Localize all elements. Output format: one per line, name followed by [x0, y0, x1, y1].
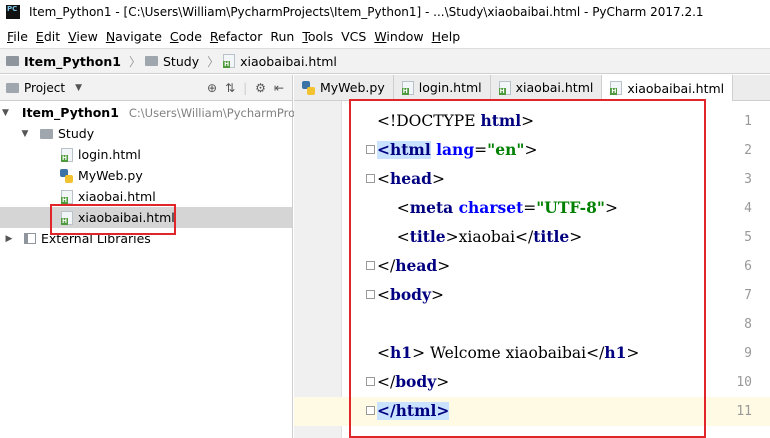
- title-bar: PC Item_Python1 - [C:\Users\William\Pych…: [0, 0, 770, 24]
- line-number: 2: [744, 143, 752, 158]
- breadcrumb-project[interactable]: Item_Python1: [6, 54, 121, 69]
- menu-window[interactable]: Window: [370, 29, 427, 44]
- tree-item-study[interactable]: ▼ Study: [0, 123, 292, 144]
- html-file-icon: [61, 147, 73, 162]
- window-title: Item_Python1 - [C:\Users\William\Pycharm…: [29, 5, 704, 19]
- highlight-box: [349, 99, 706, 438]
- menu-vcs[interactable]: VCS: [337, 29, 370, 44]
- current-line-gutter: [294, 397, 342, 426]
- chevron-down-icon[interactable]: ▼: [2, 108, 9, 118]
- folder-icon: [145, 56, 158, 66]
- html-file-icon: [401, 80, 414, 95]
- python-file-icon: [302, 80, 315, 95]
- menu-help[interactable]: Help: [428, 29, 465, 44]
- line-number: 7: [744, 288, 752, 303]
- folder-icon: [40, 128, 53, 139]
- gutter: [294, 101, 342, 438]
- divider: |: [243, 80, 248, 95]
- line-number: 6: [744, 259, 752, 274]
- tab-myweb-py[interactable]: MyWeb.py: [294, 75, 394, 100]
- line-number: 3: [744, 172, 752, 187]
- breadcrumb: Item_Python1 〉 Study 〉 xiaobaibai.html: [0, 48, 770, 74]
- html-file-icon: [610, 81, 623, 95]
- breadcrumb-file[interactable]: xiaobaibai.html: [223, 54, 337, 69]
- hide-icon[interactable]: ⇤: [274, 81, 284, 95]
- chevron-down-icon[interactable]: ▼: [18, 129, 32, 139]
- line-number: 10: [736, 375, 752, 390]
- folder-icon: [6, 56, 19, 66]
- menu-edit[interactable]: Edit: [32, 29, 64, 44]
- tab-login-html[interactable]: login.html: [394, 75, 491, 100]
- tab-xiaobai-html[interactable]: xiaobai.html: [491, 75, 603, 100]
- line-number: 11: [736, 404, 752, 419]
- project-panel: Project ▼ ⊕ ⇅ | ⚙ ⇤ ▼ Item_Python1 C:\Us…: [0, 75, 405, 438]
- chevron-right-icon: 〉: [128, 54, 141, 69]
- chevron-right-icon[interactable]: ▶: [2, 234, 16, 244]
- line-number: 4: [744, 201, 752, 216]
- pycharm-icon: PC: [6, 5, 20, 19]
- line-number: 1: [744, 114, 752, 129]
- project-icon: [6, 82, 19, 93]
- python-file-icon: [60, 168, 73, 183]
- chevron-down-icon: ▼: [75, 82, 82, 93]
- library-icon: [24, 233, 36, 244]
- project-panel-header: Project ▼ ⊕ ⇅ | ⚙ ⇤: [0, 75, 292, 101]
- project-view-selector[interactable]: Project ▼: [6, 81, 82, 95]
- gear-icon[interactable]: ⚙: [255, 81, 266, 95]
- html-file-icon: [61, 189, 73, 204]
- menu-file[interactable]: File: [3, 29, 32, 44]
- menu-run[interactable]: Run: [266, 29, 298, 44]
- tree-item-root[interactable]: ▼ Item_Python1 C:\Users\William\PycharmP…: [0, 102, 405, 123]
- menu-refactor[interactable]: Refactor: [206, 29, 266, 44]
- line-number: 8: [744, 317, 752, 332]
- collapse-icon[interactable]: ⇅: [225, 81, 235, 95]
- editor-tabs: MyWeb.py login.html xiaobai.html xiaobai…: [294, 75, 770, 101]
- html-file-icon: [498, 80, 511, 95]
- menu-tools[interactable]: Tools: [298, 29, 337, 44]
- line-number: 9: [744, 346, 752, 361]
- menu-view[interactable]: View: [64, 29, 102, 44]
- highlight-box: [50, 204, 176, 235]
- line-number: 5: [744, 230, 752, 245]
- tab-xiaobaibai-html[interactable]: xiaobaibai.html: [602, 75, 734, 101]
- target-icon[interactable]: ⊕: [207, 81, 217, 95]
- tree-item-file[interactable]: MyWeb.py: [0, 165, 292, 186]
- tree-item-file[interactable]: login.html: [0, 144, 292, 165]
- menu-code[interactable]: Code: [166, 29, 206, 44]
- html-file-icon: [223, 54, 236, 68]
- breadcrumb-folder[interactable]: Study: [145, 54, 199, 69]
- menu-navigate[interactable]: Navigate: [102, 29, 166, 44]
- menu-bar: File Edit View Navigate Code Refactor Ru…: [0, 25, 770, 47]
- chevron-right-icon: 〉: [207, 54, 220, 69]
